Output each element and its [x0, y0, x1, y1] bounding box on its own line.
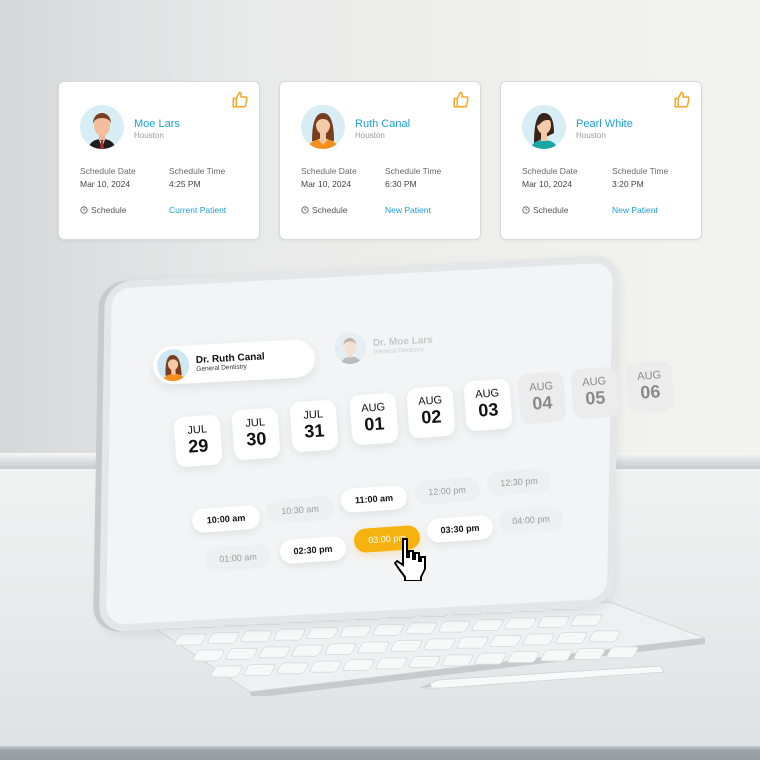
doctor-avatar	[333, 331, 367, 365]
date-chip-unavailable[interactable]: AUG 04	[517, 371, 567, 425]
time-slot[interactable]: 02:30 pm	[279, 535, 347, 565]
doctor-selector-inactive[interactable]: Dr. Moe Lars General Dentistry	[329, 323, 450, 369]
date-chip-unavailable[interactable]: AUG 06	[625, 360, 675, 414]
date-chip[interactable]: AUG 02	[406, 385, 456, 439]
date-day: 01	[363, 413, 386, 435]
hand-pointer-cursor-icon	[393, 538, 426, 581]
time-slot-unavailable[interactable]: 01:00 am	[204, 543, 272, 573]
date-day: 31	[303, 420, 326, 442]
time-slot[interactable]: 11:00 am	[340, 484, 408, 514]
date-day: 05	[584, 387, 607, 409]
time-slot[interactable]: 10:00 am	[191, 504, 261, 534]
time-slot-unavailable[interactable]: 12:00 pm	[413, 476, 481, 506]
date-chip[interactable]: JUL 29	[173, 414, 223, 468]
date-chip[interactable]: JUL 30	[231, 407, 281, 461]
date-day: 30	[245, 428, 268, 450]
date-chip-unavailable[interactable]: AUG 05	[570, 366, 620, 420]
time-slot[interactable]: 03:30 pm	[426, 514, 494, 544]
time-slot-unavailable[interactable]: 10:30 am	[265, 495, 335, 525]
stylus-pencil	[420, 665, 665, 689]
date-day: 03	[477, 399, 500, 421]
date-chip[interactable]: AUG 01	[349, 392, 399, 446]
date-day: 02	[420, 406, 443, 428]
date-chip[interactable]: AUG 03	[463, 378, 513, 432]
date-day: 04	[531, 392, 554, 414]
date-chip[interactable]: JUL 31	[289, 399, 339, 453]
date-day: 06	[639, 381, 662, 403]
doctor-avatar	[156, 348, 190, 383]
time-slot-unavailable[interactable]: 04:00 pm	[498, 505, 564, 535]
date-day: 29	[187, 435, 210, 457]
time-slot-unavailable[interactable]: 12:30 pm	[486, 467, 552, 497]
